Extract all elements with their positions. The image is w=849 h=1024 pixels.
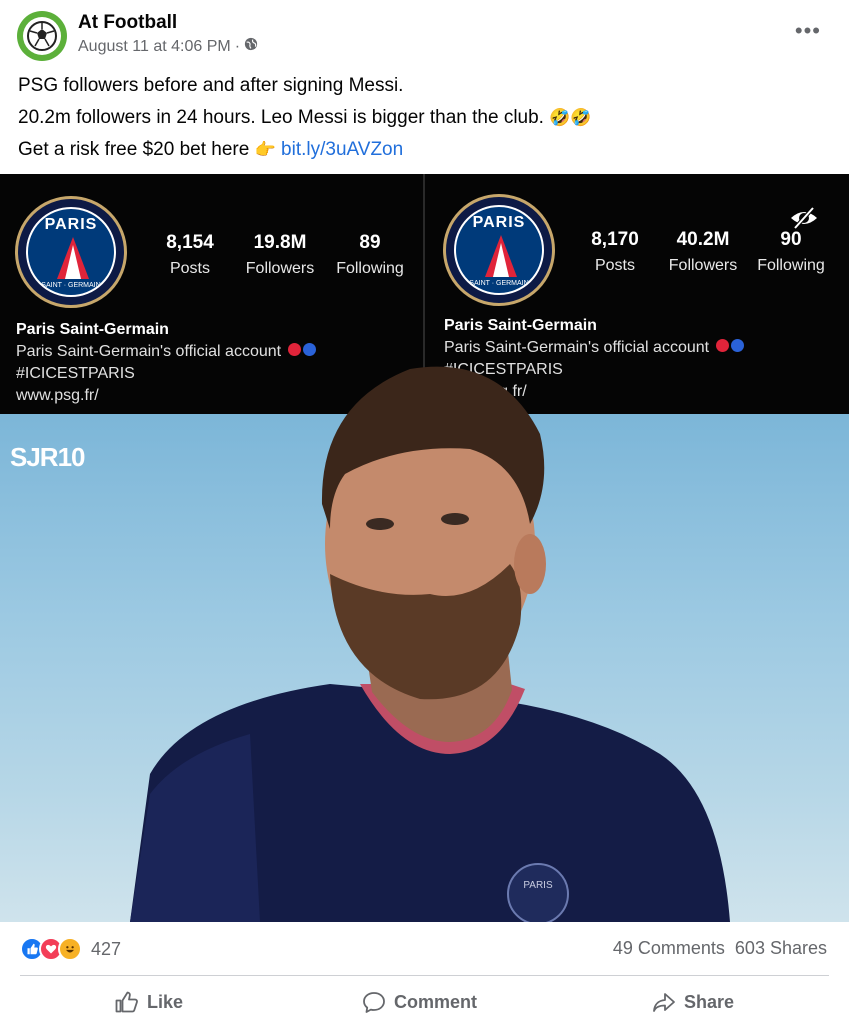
following-label: Following <box>757 257 825 274</box>
post-timestamp[interactable]: August 11 at 4:06 PM <box>78 38 231 56</box>
following-label: Following <box>336 260 404 277</box>
post-image[interactable]: PARIS SAINT · GERMAIN 8,154 Posts 19.8M … <box>0 174 849 922</box>
followers-label: Followers <box>245 260 315 277</box>
meta-separator: · <box>234 37 241 55</box>
rolling-laugh-emoji-icon: 🤣🤣 <box>549 108 592 127</box>
like-button[interactable]: Like <box>115 982 183 1022</box>
bio-name: Paris Saint-Germain <box>16 321 169 338</box>
haha-reaction-icon <box>58 937 82 961</box>
following-value: 90 <box>780 229 802 250</box>
jersey-crest-text: PARIS <box>523 880 553 891</box>
bet-link[interactable]: bit.ly/3uAVZon <box>281 139 403 160</box>
reaction-count: 427 <box>91 938 122 959</box>
share-button[interactable]: Share <box>652 982 734 1022</box>
stat-posts-after: 8,170 Posts <box>580 229 650 275</box>
share-arrow-icon <box>653 993 675 1012</box>
stat-followers-after: 40.2M Followers <box>662 229 744 275</box>
page-avatar[interactable] <box>17 11 67 61</box>
stat-posts-before: 8,154 Posts <box>155 232 225 278</box>
engagement-counts: 49 Comments 603 Shares <box>613 938 827 959</box>
pointing-hand-emoji-icon: 👉 <box>254 140 276 159</box>
posts-value: 8,170 <box>591 229 639 250</box>
eye-slash-icon <box>791 206 817 230</box>
actions-divider <box>20 975 829 976</box>
post-text-line-1: PSG followers before and after signing M… <box>18 75 404 96</box>
soccer-ball-icon <box>23 17 61 55</box>
comments-count[interactable]: 49 Comments <box>613 938 725 959</box>
psg-logo-text: PARIS <box>472 214 526 231</box>
comment-label: Comment <box>394 991 478 1012</box>
share-label: Share <box>684 991 735 1012</box>
stat-following-after: 90 Following <box>752 229 830 275</box>
psg-logo-subtext: SAINT · GERMAIN <box>469 280 529 287</box>
stat-following-before: 89 Following <box>330 232 410 278</box>
post-meta: August 11 at 4:06 PM · <box>78 37 258 56</box>
messi-illustration: PARIS <box>130 366 730 922</box>
post-text-line-2: 20.2m followers in 24 hours. Leo Messi i… <box>18 102 833 134</box>
post-actions: Like Comment Share <box>0 982 849 1022</box>
following-value: 89 <box>359 232 381 253</box>
comment-icon <box>363 992 385 1013</box>
thumbs-up-icon <box>115 991 138 1013</box>
post-text-line-2-text: 20.2m followers in 24 hours. Leo Messi i… <box>18 107 544 129</box>
posts-label: Posts <box>594 257 635 274</box>
psg-logo-text: PARIS <box>44 216 98 233</box>
post-text-line-3: Get a risk free $20 bet here 👉 bit.ly/3u… <box>18 134 833 166</box>
followers-value: 40.2M <box>676 229 730 250</box>
psg-logo-after: PARIS SAINT · GERMAIN <box>443 194 555 306</box>
stat-followers-before: 19.8M Followers <box>240 232 320 278</box>
psg-logo-subtext: SAINT · GERMAIN <box>41 282 101 289</box>
like-label: Like <box>147 991 184 1012</box>
globe-icon <box>244 37 258 56</box>
reactions-summary[interactable]: 427 <box>20 935 121 963</box>
followers-value: 19.8M <box>253 232 307 253</box>
page-name[interactable]: At Football <box>78 12 177 34</box>
posts-label: Posts <box>169 260 210 277</box>
psg-logo-before: PARIS SAINT · GERMAIN <box>15 196 127 308</box>
post-text-line-3-text: Get a risk free $20 bet here <box>18 139 250 161</box>
followers-label: Followers <box>668 257 738 274</box>
comment-button[interactable]: Comment <box>362 982 477 1022</box>
more-options-icon[interactable]: ••• <box>795 20 821 42</box>
bio-name: Paris Saint-Germain <box>444 317 597 334</box>
shares-count[interactable]: 603 Shares <box>735 938 827 959</box>
post-header: At Football August 11 at 4:06 PM · ••• <box>0 0 849 64</box>
post-text: PSG followers before and after signing M… <box>18 70 833 166</box>
posts-value: 8,154 <box>166 232 214 253</box>
